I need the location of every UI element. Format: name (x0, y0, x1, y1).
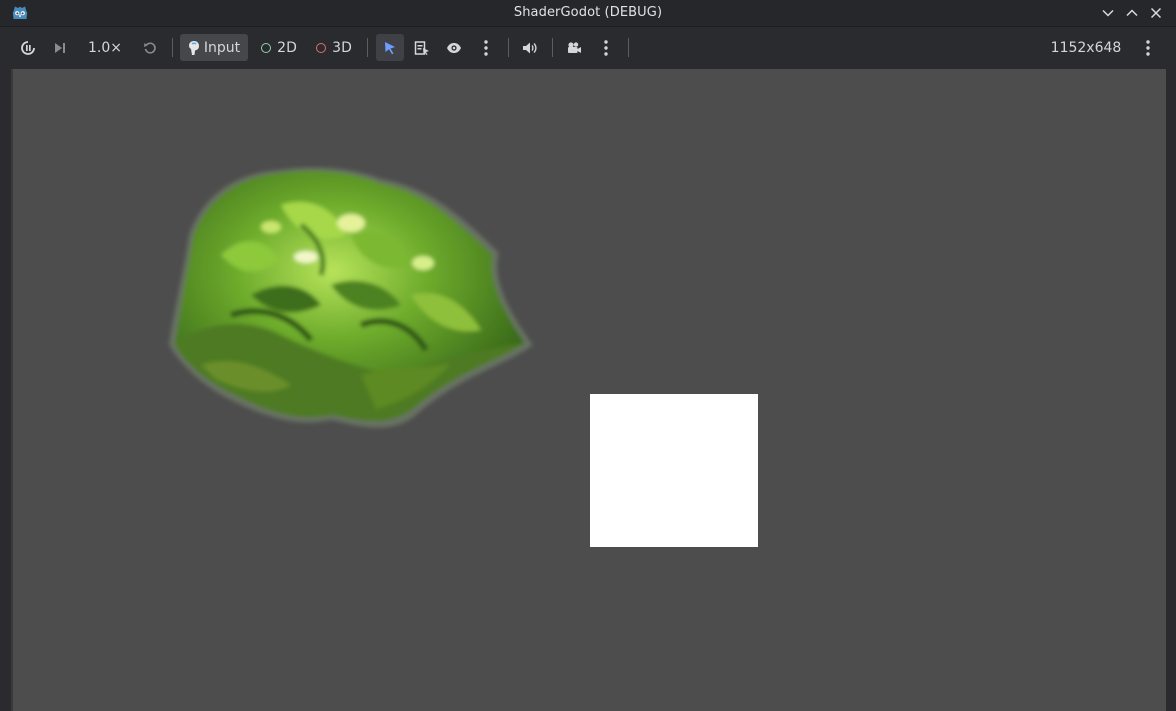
toolbar-separator (552, 38, 553, 57)
next-frame-icon[interactable] (49, 34, 71, 61)
toolbar-separator (172, 38, 173, 57)
resolution-label: 1152x648 (1044, 34, 1128, 61)
camera-icon[interactable] (562, 34, 586, 61)
mode-2d-ring-icon (261, 42, 272, 53)
mode-2d-button[interactable]: 2D (256, 34, 302, 61)
toolbar-separator (628, 38, 629, 57)
audio-speaker-icon[interactable] (518, 34, 542, 61)
window-title: ShaderGodot (DEBUG) (513, 5, 663, 20)
more-options-icon[interactable] (476, 34, 496, 61)
close-icon[interactable] (1147, 4, 1165, 22)
speed-label[interactable]: 1.0× (83, 34, 127, 61)
white-square (590, 394, 758, 547)
mode-3d-ring-icon (316, 42, 327, 53)
minimize-icon[interactable] (1099, 4, 1117, 22)
mode-2d-label: 2D (277, 39, 297, 56)
maximize-icon[interactable] (1123, 4, 1141, 22)
speed-value: 1.0× (88, 39, 122, 56)
list-select-icon[interactable] (410, 34, 434, 61)
input-label: Input (203, 39, 241, 56)
reset-speed-icon[interactable] (139, 34, 161, 61)
mode-3d-label: 3D (332, 39, 352, 56)
suspend-icon[interactable] (17, 34, 39, 61)
resolution-value: 1152x648 (1050, 39, 1122, 56)
select-arrow-icon (383, 41, 397, 55)
mode-3d-button[interactable]: 3D (311, 34, 357, 61)
lettuce-sprite (169, 167, 533, 428)
select-mode-button[interactable] (376, 34, 404, 61)
title-bar: ShaderGodot (DEBUG) (0, 0, 1176, 27)
input-button[interactable]: Input (180, 34, 248, 61)
more-options-icon[interactable] (1138, 34, 1158, 61)
game-viewport[interactable] (11, 69, 1166, 711)
visibility-eye-icon[interactable] (442, 34, 466, 61)
input-icon (188, 40, 200, 56)
toolbar-separator (508, 38, 509, 57)
more-options-icon[interactable] (596, 34, 616, 61)
game-toolbar: 1.0× Input 2D 3D 1152x648 (0, 27, 1176, 68)
toolbar-separator (367, 38, 368, 57)
